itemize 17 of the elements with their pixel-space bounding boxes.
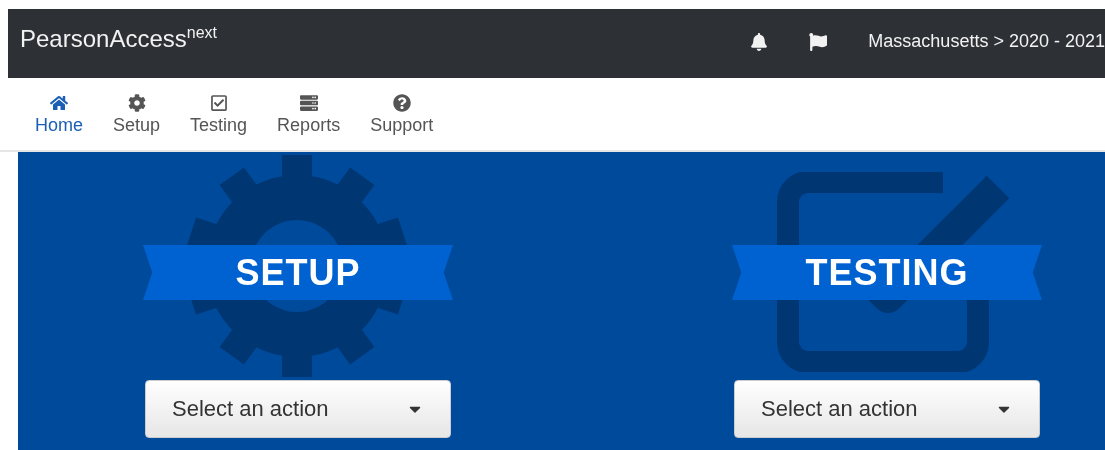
nav-tab[interactable]: Setup [98,92,176,136]
nav-tab[interactable]: Support [355,92,449,136]
card-title: TESTING [805,251,969,294]
nav-tab[interactable]: Testing [175,92,263,136]
action-dropdown[interactable]: Select an action [145,380,451,438]
nav-tab[interactable]: Reports [262,92,356,136]
flag-icon[interactable] [809,32,828,51]
nav-tab[interactable]: Home [20,92,98,136]
action-dropdown[interactable]: Select an action [734,380,1040,438]
card-title: SETUP [235,251,361,294]
bell-icon[interactable] [750,32,769,51]
breadcrumb[interactable]: Massachusetts > 2020 - 2021 [868,31,1105,52]
brand-logo[interactable]: PearsonAccess$^{next}$ [20,24,217,53]
checkbox-icon [209,92,228,113]
server-icon [299,92,318,113]
gear-icon [127,92,146,113]
question-icon [392,92,411,113]
